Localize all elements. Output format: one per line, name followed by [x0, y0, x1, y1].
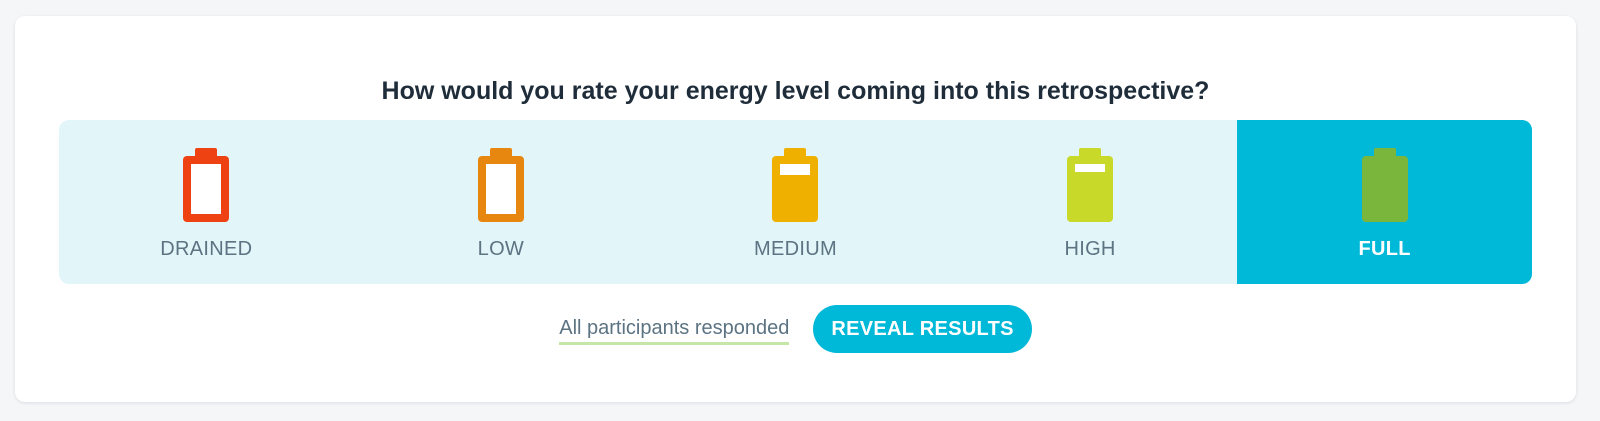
option-high[interactable]: HIGH — [943, 120, 1238, 284]
battery-empty-icon — [183, 148, 230, 222]
reveal-results-button[interactable]: REVEAL RESULTS — [813, 305, 1032, 353]
option-full[interactable]: FULL — [1237, 120, 1532, 284]
option-low[interactable]: LOW — [354, 120, 649, 284]
option-label-drained: DRAINED — [160, 238, 253, 260]
poll-question: How would you rate your energy level com… — [381, 77, 1210, 105]
option-label-low: LOW — [477, 238, 525, 260]
poll-card: How would you rate your energy level com… — [15, 16, 1576, 402]
responses-status: All participants responded — [559, 317, 790, 345]
battery-full-icon — [1361, 148, 1408, 222]
option-medium[interactable]: MEDIUM — [648, 120, 943, 284]
poll-footer: All participants responded REVEAL RESULT… — [15, 304, 1576, 354]
option-label-full: FULL — [1358, 238, 1411, 260]
energy-options: DRAINED LOW MEDIUM HIGH FULL — [59, 120, 1532, 284]
option-drained[interactable]: DRAINED — [59, 120, 354, 284]
battery-low-icon — [477, 148, 524, 222]
battery-high-icon — [1067, 148, 1114, 222]
option-label-medium: MEDIUM — [754, 238, 837, 260]
option-label-high: HIGH — [1064, 238, 1116, 260]
battery-medium-icon — [772, 148, 819, 222]
